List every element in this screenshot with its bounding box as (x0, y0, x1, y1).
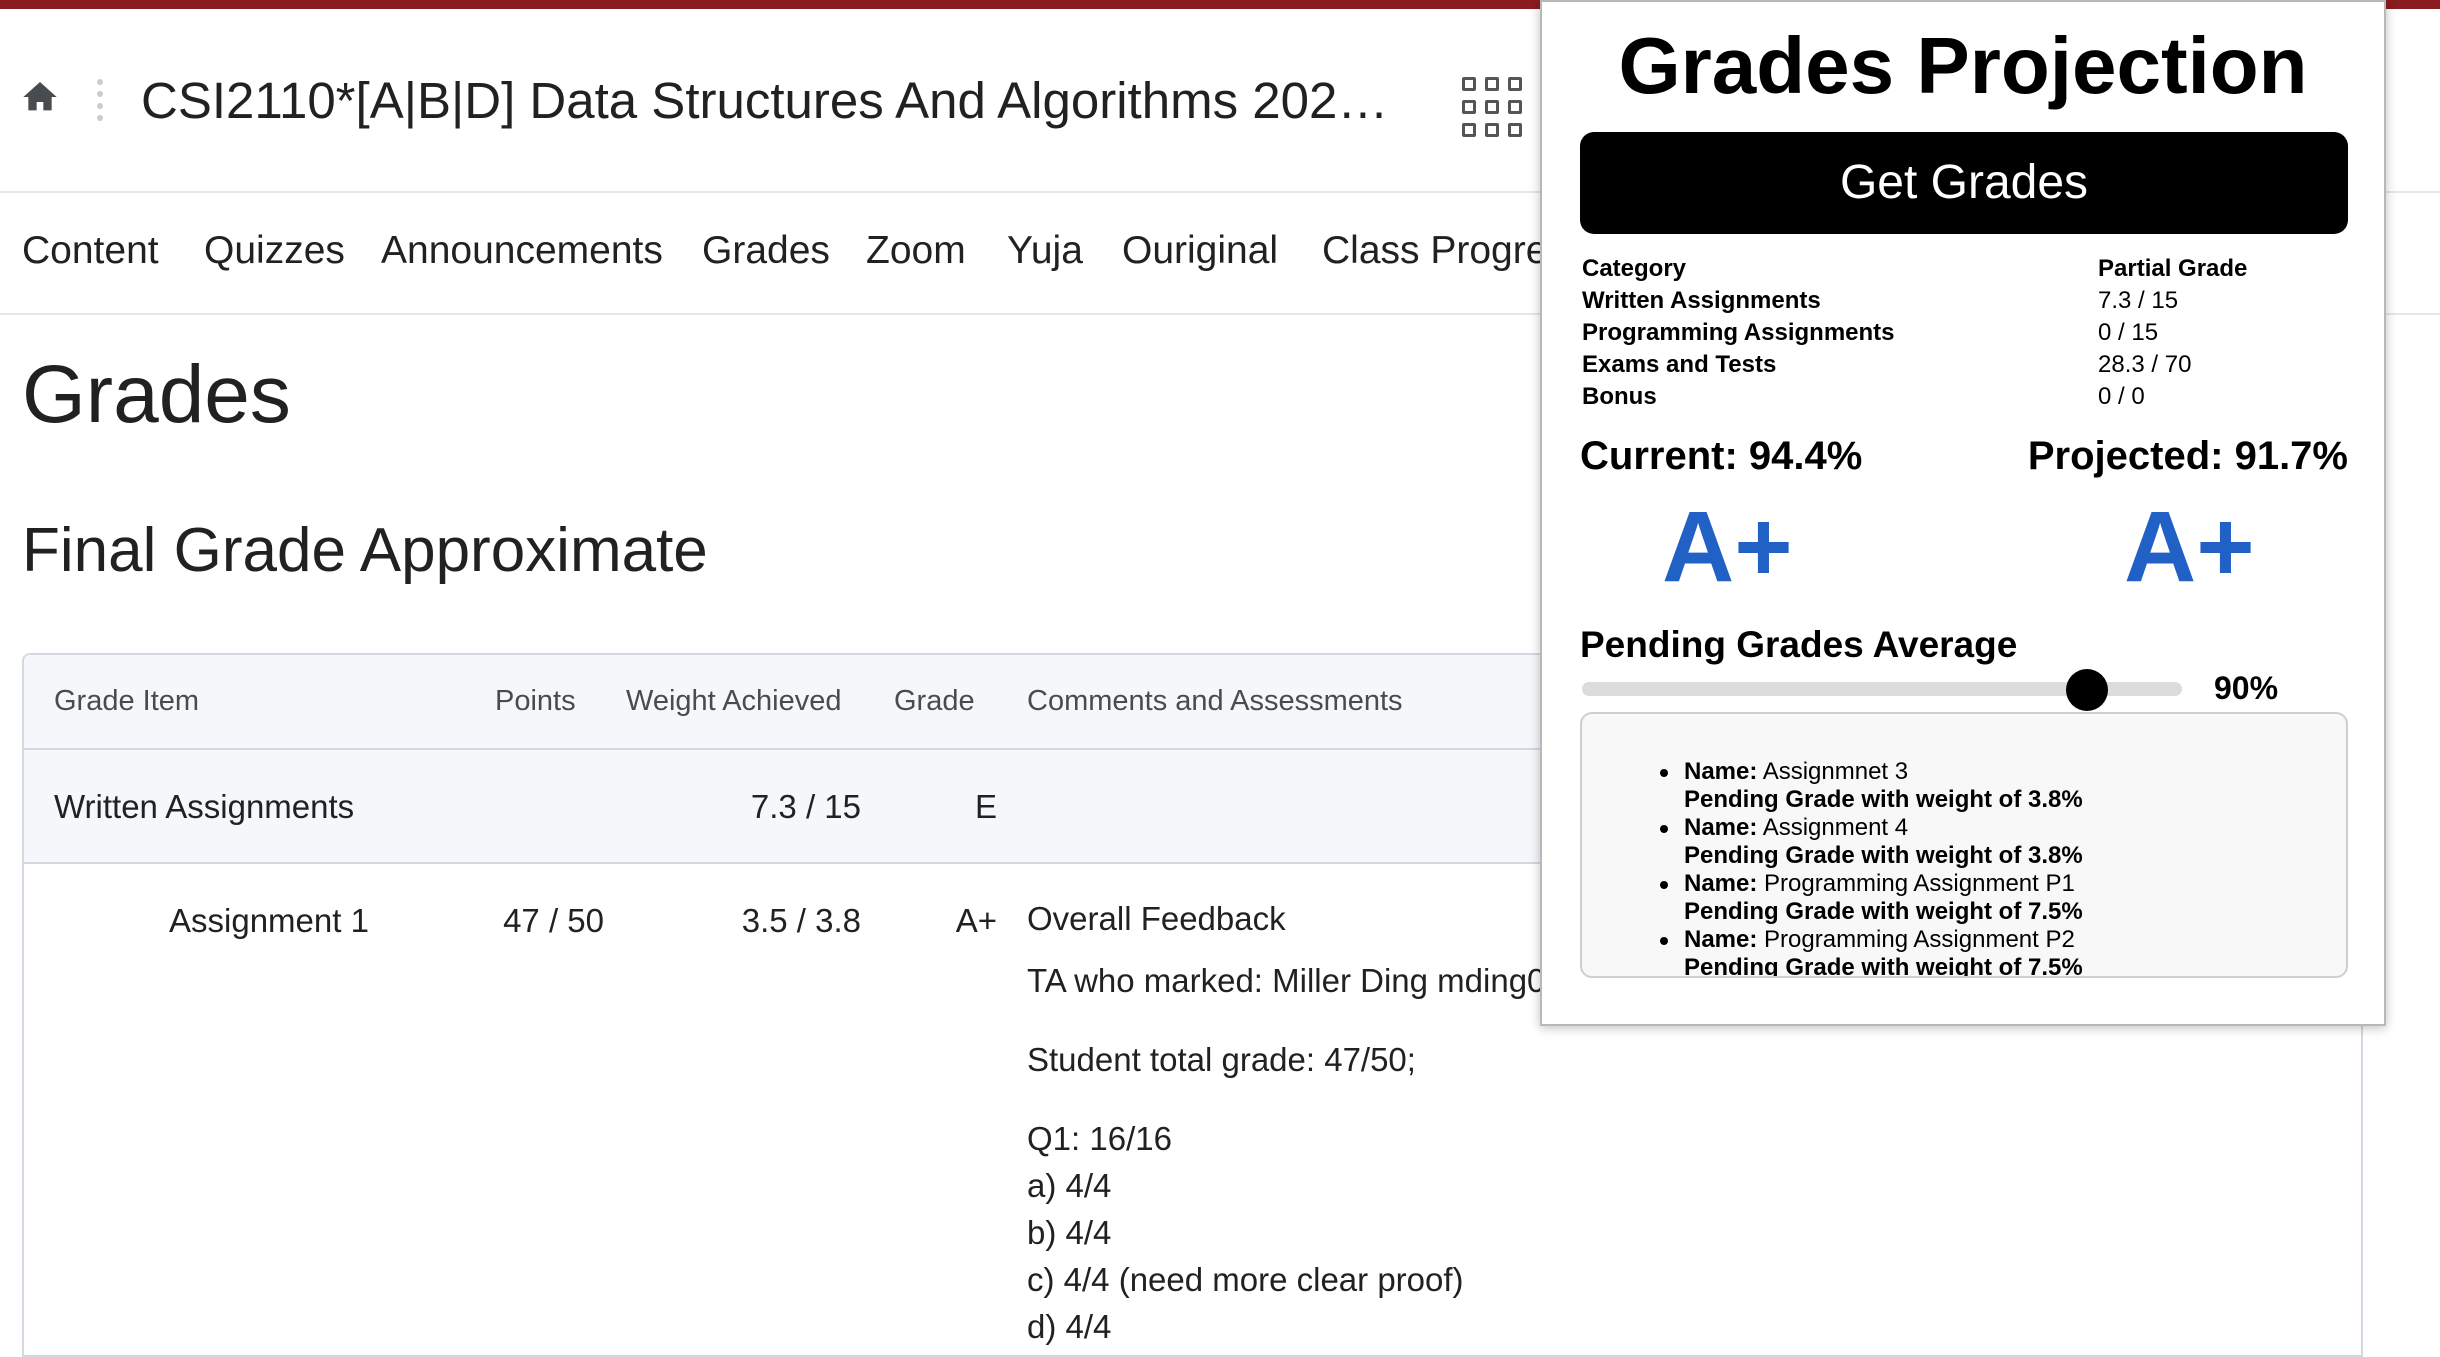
grades-projection-popup: Grades Projection Get Grades Category Pa… (1540, 0, 2386, 1026)
nav-content[interactable]: Content (22, 229, 159, 273)
pending-item-weight: Pending Grade with weight of 3.8% (1684, 842, 2083, 869)
category-name: Bonus (1582, 383, 1657, 410)
nav-announcements[interactable]: Announcements (381, 229, 663, 273)
nav-quizzes[interactable]: Quizzes (204, 229, 345, 273)
nav-zoom[interactable]: Zoom (866, 229, 966, 273)
category-partial-grade: 7.3 / 15 (2098, 287, 2179, 314)
list-item: Name: Programming Assignment P1 Pending G… (1660, 870, 2083, 926)
feedback-line: Q1: 16/16 (1027, 1120, 1172, 1157)
section-title: Final Grade Approximate (22, 516, 708, 585)
category-partial-grade: 28.3 / 70 (2098, 351, 2192, 378)
category-name: Written Assignments (1582, 287, 1821, 314)
feedback-line: TA who marked: Miller Ding mding0 (1027, 962, 1546, 999)
pending-item-name: Assignmnet 3 (1762, 758, 1909, 785)
category-summary-row: Written Assignments 7.3 / 15 (1582, 287, 2362, 319)
app-grid-icon[interactable] (1462, 77, 1522, 137)
pending-item-weight: Pending Grade with weight of 7.5% (1684, 898, 2083, 925)
name-label: Name: (1684, 758, 1758, 785)
name-label: Name: (1684, 814, 1758, 841)
pending-item-weight: Pending Grade with weight of 7.5% (1684, 954, 2083, 978)
category-summary-header: Category Partial Grade (1582, 255, 2362, 287)
nav-grades[interactable]: Grades (702, 229, 830, 273)
home-icon[interactable] (20, 77, 60, 117)
category-grade: E (974, 788, 997, 825)
pending-grades-list[interactable]: Name: Assignmnet 3 Pending Grade with wei… (1580, 712, 2348, 978)
category-summary-row: Exams and Tests 28.3 / 70 (1582, 351, 2362, 383)
th-grade[interactable]: Grade (894, 685, 975, 718)
nav-class-progress[interactable]: Class Progres (1322, 229, 1567, 273)
category-summary-table: Category Partial Grade Written Assignmen… (1582, 255, 2362, 415)
category-header: Category (1582, 255, 1687, 282)
current-percentage: Current: 94.4% (1580, 434, 1863, 478)
page-title: Grades (22, 349, 291, 440)
projected-percentage: Projected: 91.7% (2027, 434, 2348, 478)
item-weight: 3.5 / 3.8 (741, 902, 861, 939)
partial-grade-header: Partial Grade (2098, 255, 2248, 282)
category-weight: 7.3 / 15 (750, 788, 861, 825)
category-partial-grade: 0 / 15 (2098, 319, 2159, 346)
slider-value: 90% (2214, 670, 2279, 706)
feedback-line: d) 4/4 (1027, 1308, 1112, 1345)
list-item: Name: Assignment 4 Pending Grade with wei… (1660, 814, 2083, 870)
popup-title: Grades Projection (1618, 21, 2308, 110)
item-name[interactable]: Assignment 1 (169, 902, 369, 940)
nav-yuja[interactable]: Yuja (1007, 229, 1083, 273)
current-letter-grade: A+ (1662, 491, 1793, 603)
category-name: Programming Assignments (1582, 319, 1895, 346)
pending-item-name: Programming Assignment P1 (1764, 870, 2075, 897)
category-name: Exams and Tests (1582, 351, 1777, 378)
feedback-line: c) 4/4 (need more clear proof) (1027, 1261, 1464, 1298)
name-label: Name: (1684, 870, 1758, 897)
category-summary-row: Bonus 0 / 0 (1582, 383, 2362, 415)
feedback-line: a) 4/4 (1027, 1167, 1112, 1204)
category-partial-grade: 0 / 0 (2098, 383, 2145, 410)
list-item: Name: Programming Assignment P2 Pending G… (1660, 926, 2083, 978)
feedback-line: b) 4/4 (1027, 1214, 1112, 1251)
nav-ouriginal[interactable]: Ouriginal (1122, 229, 1278, 273)
th-grade-item[interactable]: Grade Item (54, 685, 199, 718)
pending-item-name: Assignment 4 (1762, 814, 1909, 841)
pending-item-name: Programming Assignment P2 (1764, 926, 2075, 953)
separator-dots (95, 79, 105, 129)
list-item: Name: Assignmnet 3 Pending Grade with wei… (1660, 758, 2083, 814)
pending-average-title: Pending Grades Average (1580, 624, 2018, 665)
slider-thumb[interactable] (2066, 669, 2108, 711)
item-points: 47 / 50 (503, 902, 604, 939)
feedback-line: Student total grade: 47/50; (1027, 1041, 1416, 1078)
item-grade: A+ (955, 902, 997, 939)
th-points[interactable]: Points (495, 685, 576, 718)
name-label: Name: (1684, 926, 1758, 953)
feedback-heading: Overall Feedback (1027, 900, 1286, 937)
category-name: Written Assignments (54, 788, 355, 825)
pending-list: Name: Assignmnet 3 Pending Grade with wei… (1660, 758, 2083, 978)
th-comments[interactable]: Comments and Assessments (1027, 685, 1403, 718)
projected-letter-grade: A+ (2124, 491, 2255, 603)
pending-item-weight: Pending Grade with weight of 3.8% (1684, 786, 2083, 813)
category-summary-row: Programming Assignments 0 / 15 (1582, 319, 2362, 351)
th-weight-achieved[interactable]: Weight Achieved (626, 685, 842, 718)
course-title[interactable]: CSI2110*[A|B|D] Data Structures And Algo… (141, 71, 1388, 130)
get-grades-button[interactable]: Get Grades (1580, 132, 2348, 234)
